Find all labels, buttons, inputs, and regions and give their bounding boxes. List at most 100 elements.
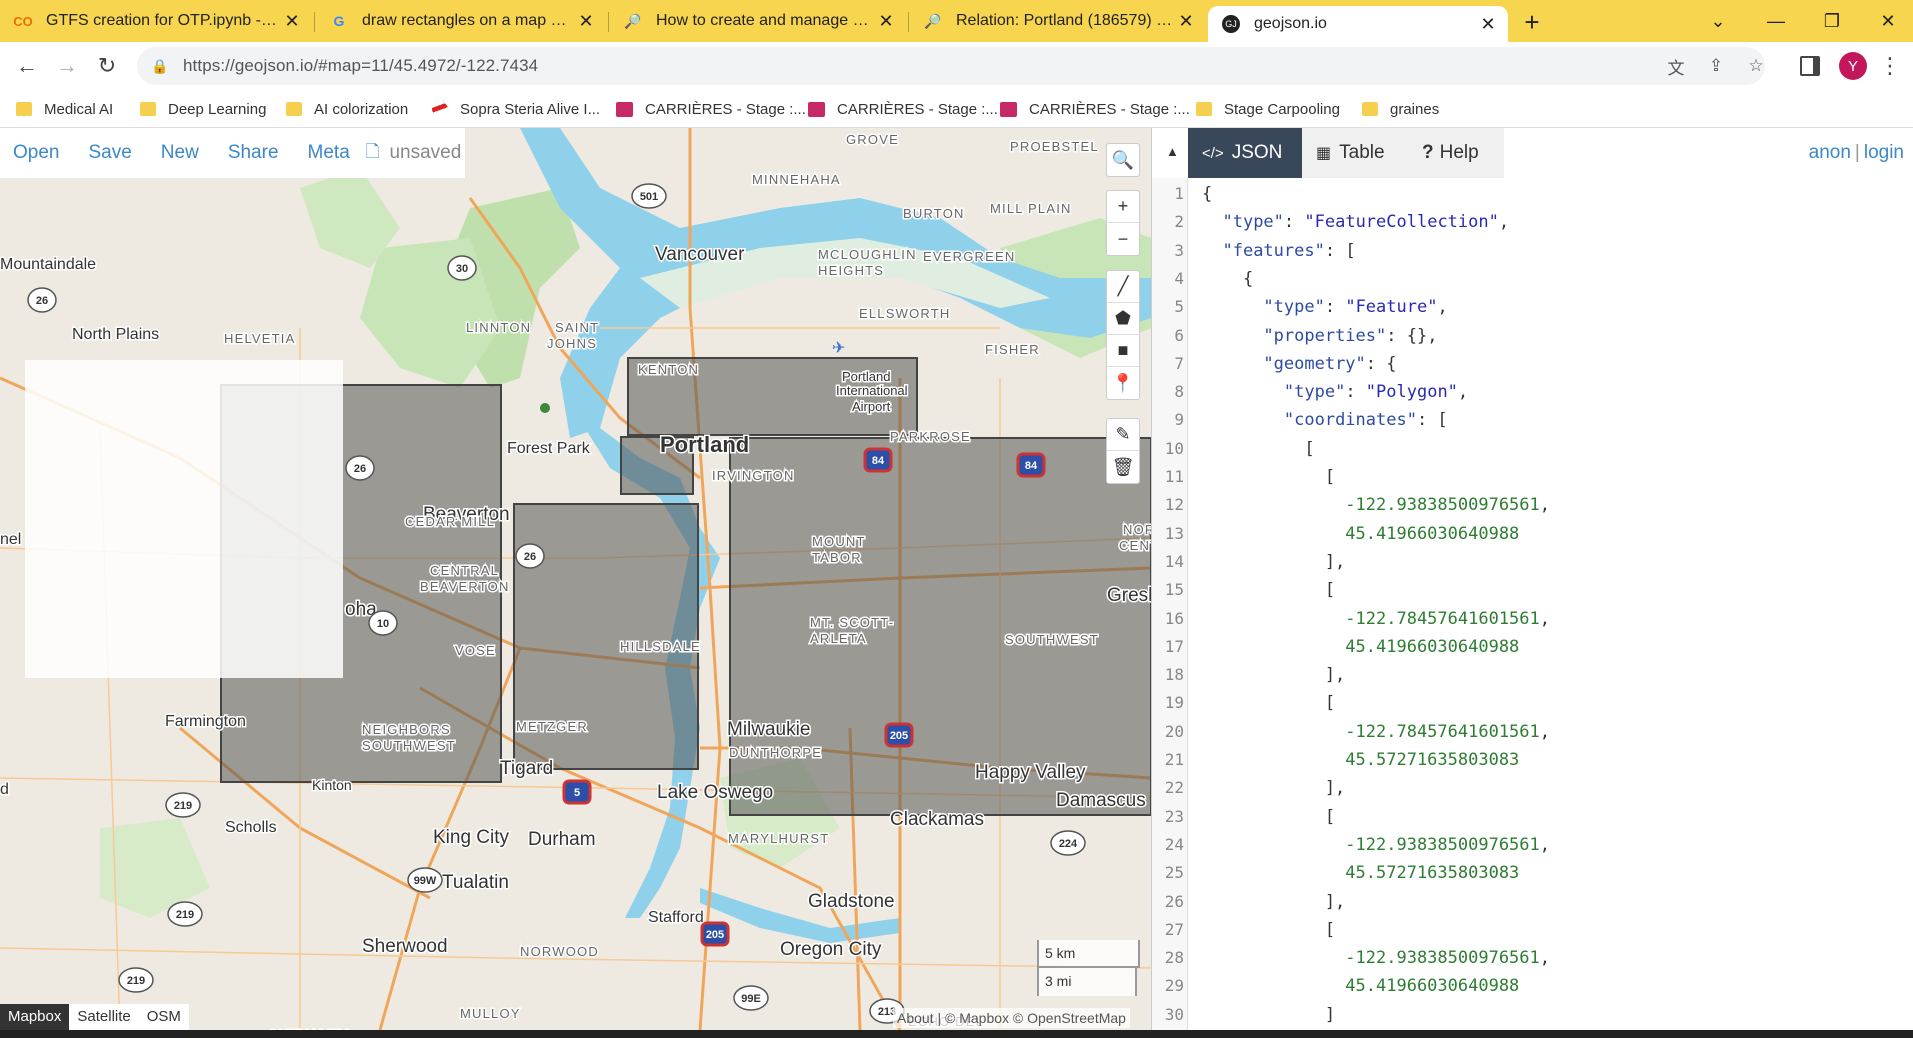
kebab-menu-icon[interactable]: ⋮ xyxy=(1879,52,1901,80)
code-line[interactable]: ], xyxy=(1202,552,1345,572)
code-line[interactable]: [ xyxy=(1202,920,1335,940)
code-line[interactable]: { xyxy=(1202,269,1253,289)
tab-help[interactable]: ? Help xyxy=(1408,128,1504,178)
map-attribution[interactable]: About | © Mapbox © OpenStreetMap xyxy=(893,1008,1130,1028)
close-icon[interactable]: ✕ xyxy=(1476,12,1500,36)
code-line[interactable]: [ xyxy=(1202,693,1335,713)
close-icon[interactable]: ✕ xyxy=(280,9,304,33)
layer-satellite[interactable]: Satellite xyxy=(69,1004,138,1030)
tab-title: Relation: Portland (186579) | Ope xyxy=(956,12,1174,29)
zoom-out-button[interactable]: − xyxy=(1107,223,1139,255)
back-button[interactable]: ← xyxy=(12,51,42,81)
trash-icon[interactable]: 🗑 xyxy=(1107,451,1139,483)
json-editor[interactable]: 1 2 3 4 5 6 7 8 9 10 11 12 13 14 15 16 17 18 19 20 21 22 23 24 2… xyxy=(1152,178,1913,1030)
code-line[interactable]: "features": [ xyxy=(1202,241,1355,261)
bookmark-deep-learning[interactable]: Deep Learning xyxy=(140,97,266,121)
code-line[interactable]: ] xyxy=(1202,1005,1335,1025)
bookmark-medical-ai[interactable]: Medical AI xyxy=(16,97,113,121)
code-line[interactable]: "properties": {}, xyxy=(1202,326,1437,346)
new-tab-button[interactable]: + xyxy=(1518,7,1546,37)
address-bar[interactable]: 🔒 https://geojson.io/#map=11/45.4972/-12… xyxy=(137,47,1765,85)
browser-tab-geojson[interactable]: GJ geojson.io ✕ xyxy=(1208,6,1508,42)
avatar[interactable]: Y xyxy=(1839,52,1867,80)
restore-button[interactable]: ❐ xyxy=(1814,6,1850,36)
code-line[interactable]: "geometry": { xyxy=(1202,354,1396,374)
collapse-triangle-icon[interactable]: ▲ xyxy=(1166,144,1179,159)
layer-osm[interactable]: OSM xyxy=(139,1004,189,1030)
bookmark-cgi-1[interactable]: CARRIÈRES - Stage :... xyxy=(616,97,806,121)
meta-button[interactable]: Meta xyxy=(308,142,350,164)
code-line[interactable]: [ xyxy=(1202,467,1335,487)
code-line[interactable]: ], xyxy=(1202,665,1345,685)
code-line[interactable]: "type": "Polygon", xyxy=(1202,382,1468,402)
code-line[interactable]: "coordinates": [ xyxy=(1202,410,1448,430)
login-link[interactable]: login xyxy=(1864,142,1904,163)
close-icon[interactable]: ✕ xyxy=(574,9,598,33)
bookmark-star-icon[interactable]: ☆ xyxy=(1743,53,1769,79)
code-line[interactable]: -122.93838500976561, xyxy=(1202,495,1550,515)
minimize-button[interactable]: — xyxy=(1758,6,1794,36)
code-line[interactable]: [ xyxy=(1202,439,1314,459)
code-line[interactable]: -122.78457641601561, xyxy=(1202,722,1550,742)
code-line[interactable]: 45.41966030640988 xyxy=(1202,637,1519,657)
reload-button[interactable]: ↻ xyxy=(92,51,122,81)
code-line[interactable]: -122.93838500976561, xyxy=(1202,835,1550,855)
code-line[interactable]: [ xyxy=(1202,580,1335,600)
draw-rectangle-icon[interactable]: ■ xyxy=(1107,335,1139,367)
share-button[interactable]: Share xyxy=(228,142,279,164)
code-line[interactable]: "type": "Feature", xyxy=(1202,297,1447,317)
close-icon[interactable]: ✕ xyxy=(1174,9,1198,33)
side-panel-icon[interactable] xyxy=(1800,56,1820,76)
anon-link[interactable]: anon xyxy=(1809,142,1851,163)
code-line[interactable]: -122.93838500976561, xyxy=(1202,948,1550,968)
bookmark-cgi-3[interactable]: CARRIÈRES - Stage :... xyxy=(1000,97,1190,121)
save-button[interactable]: Save xyxy=(88,142,131,164)
browser-tab-colab[interactable]: CO GTFS creation for OTP.ipynb - Co ✕ xyxy=(0,4,312,38)
code-line[interactable]: 45.41966030640988 xyxy=(1202,524,1519,544)
bookmark-ai-colorization[interactable]: AI colorization xyxy=(286,97,408,121)
search-icon[interactable]: 🔍 xyxy=(1107,144,1139,176)
browser-tab-osm-wiki[interactable]: 🔎 How to create and manage mark ✕ xyxy=(610,4,906,38)
code-line[interactable]: 45.57271635803083 xyxy=(1202,750,1519,770)
app-menu-bar: Open Save New Share Meta 🗋 unsaved xyxy=(0,128,465,178)
bookmark-stage-carpooling[interactable]: Stage Carpooling xyxy=(1196,97,1340,121)
translate-icon[interactable]: 文 xyxy=(1663,53,1689,79)
code-line[interactable]: -122.78457641601561, xyxy=(1202,609,1550,629)
line-number: 24 xyxy=(1164,834,1184,854)
code-line[interactable]: ], xyxy=(1202,892,1345,912)
code-line[interactable]: { xyxy=(1202,184,1212,204)
forward-button[interactable]: → xyxy=(52,51,82,81)
bookmark-sopra[interactable]: Sopra Steria Alive I... xyxy=(432,97,600,121)
bookmark-cgi-2[interactable]: CARRIÈRES - Stage :... xyxy=(808,97,998,121)
edit-layers-icon[interactable]: ✎ xyxy=(1107,419,1139,451)
tab-json[interactable]: </> JSON xyxy=(1188,128,1302,178)
tab-search-chevron-icon[interactable]: ⌄ xyxy=(1700,6,1736,36)
code-line[interactable]: [ xyxy=(1202,807,1335,827)
zoom-in-button[interactable]: + xyxy=(1107,191,1139,223)
code-token: 45.57271635803083 xyxy=(1345,863,1520,884)
new-button[interactable]: New xyxy=(161,142,199,164)
url-text[interactable]: https://geojson.io/#map=11/45.4972/-122.… xyxy=(183,56,538,76)
map-place-label: JOHNS xyxy=(547,336,597,351)
draw-marker-icon[interactable]: 📍 xyxy=(1107,367,1139,399)
draw-line-icon[interactable]: ╱ xyxy=(1107,271,1139,303)
draw-polygon-icon[interactable]: ⬟ xyxy=(1107,303,1139,335)
route-shield-number: 219 xyxy=(174,800,192,812)
browser-tab-google[interactable]: G draw rectangles on a map open s ✕ xyxy=(316,4,606,38)
close-icon[interactable]: ✕ xyxy=(874,9,898,33)
code-line[interactable]: "type": "FeatureCollection", xyxy=(1202,212,1509,232)
open-button[interactable]: Open xyxy=(13,142,59,164)
map-search-control[interactable]: 🔍 xyxy=(1106,143,1140,177)
bookmark-graines[interactable]: graines xyxy=(1362,97,1439,121)
google-icon: G xyxy=(333,13,345,29)
map-canvas[interactable]: ✈ Vancouver Portland Beaverton North Plains… xyxy=(0,128,1151,1030)
window-close-button[interactable]: ✕ xyxy=(1870,6,1906,36)
code-line[interactable]: 45.57271635803083 xyxy=(1202,863,1519,883)
code-line[interactable]: ], xyxy=(1202,778,1345,798)
code-line[interactable]: 45.41966030640988 xyxy=(1202,976,1519,996)
layer-mapbox[interactable]: Mapbox xyxy=(0,1004,70,1030)
share-icon[interactable]: ⇪ xyxy=(1703,53,1729,79)
browser-tab-osm-relation[interactable]: 🔎 Relation: Portland (186579) | Ope ✕ xyxy=(910,4,1206,38)
tab-table[interactable]: ▦ Table xyxy=(1302,128,1408,178)
map-place-label: Stafford xyxy=(648,909,704,926)
